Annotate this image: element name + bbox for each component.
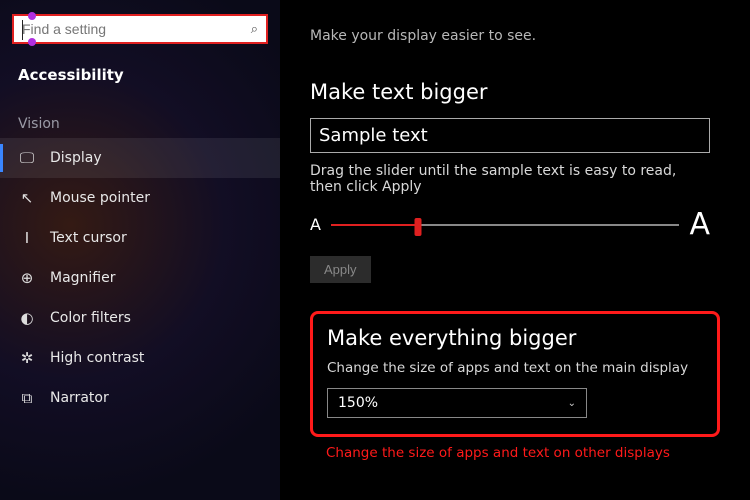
selection-handle	[28, 38, 36, 46]
sidebar-item-label: Color filters	[50, 310, 131, 326]
small-a-label: A	[310, 215, 321, 234]
sidebar-item-high-contrast[interactable]: ✲ High contrast	[0, 338, 280, 378]
sidebar-item-label: Display	[50, 150, 102, 166]
pointer-icon: ↖	[18, 189, 36, 207]
big-a-label: A	[689, 207, 710, 242]
scale-dropdown[interactable]: 150% ⌄	[327, 388, 587, 418]
slider-thumb[interactable]	[415, 218, 422, 236]
sidebar-item-magnifier[interactable]: ⊕ Magnifier	[0, 258, 280, 298]
search-input[interactable]: ⌕	[12, 14, 268, 44]
sidebar-item-color-filters[interactable]: ◐ Color filters	[0, 298, 280, 338]
narrator-icon: ⧉	[18, 389, 36, 407]
sidebar-item-narrator[interactable]: ⧉ Narrator	[0, 378, 280, 418]
selection-handle	[28, 12, 36, 20]
sidebar-group-vision: Vision	[0, 92, 280, 138]
search-field[interactable]	[22, 21, 251, 37]
color-filters-icon: ◐	[18, 309, 36, 327]
text-caret	[22, 20, 23, 40]
sidebar-title: Accessibility	[0, 44, 280, 92]
other-displays-link[interactable]: Change the size of apps and text on othe…	[310, 445, 720, 461]
sidebar-item-label: Text cursor	[50, 230, 127, 246]
text-size-slider-row: A A	[310, 207, 710, 242]
main-panel: Make your display easier to see. Make te…	[280, 0, 750, 500]
sidebar-item-label: Narrator	[50, 390, 109, 406]
display-icon: 🖵	[18, 149, 36, 167]
sidebar-item-label: Mouse pointer	[50, 190, 150, 206]
make-everything-bigger-section: Make everything bigger Change the size o…	[310, 311, 720, 437]
sidebar-item-display[interactable]: 🖵 Display	[0, 138, 280, 178]
slider-hint: Drag the slider until the sample text is…	[310, 163, 710, 195]
everything-bigger-desc: Change the size of apps and text on the …	[327, 360, 703, 376]
chevron-down-icon: ⌄	[568, 398, 576, 409]
search-icon: ⌕	[251, 22, 258, 37]
magnifier-icon: ⊕	[18, 269, 36, 287]
sidebar-item-label: Magnifier	[50, 270, 116, 286]
contrast-icon: ✲	[18, 349, 36, 367]
sidebar-item-label: High contrast	[50, 350, 144, 366]
cursor-icon: I	[18, 229, 36, 247]
scale-value: 150%	[338, 395, 378, 411]
heading-make-text-bigger: Make text bigger	[310, 80, 720, 104]
sidebar: ⌕ Accessibility Vision 🖵 Display ↖ Mouse…	[0, 0, 280, 500]
sidebar-item-mouse-pointer[interactable]: ↖ Mouse pointer	[0, 178, 280, 218]
page-subtitle: Make your display easier to see.	[310, 28, 720, 44]
heading-make-everything-bigger: Make everything bigger	[327, 326, 703, 350]
sidebar-item-text-cursor[interactable]: I Text cursor	[0, 218, 280, 258]
apply-button[interactable]: Apply	[310, 256, 371, 283]
sample-text-box: Sample text	[310, 118, 710, 153]
text-size-slider[interactable]	[331, 215, 680, 235]
slider-fill	[331, 224, 418, 226]
